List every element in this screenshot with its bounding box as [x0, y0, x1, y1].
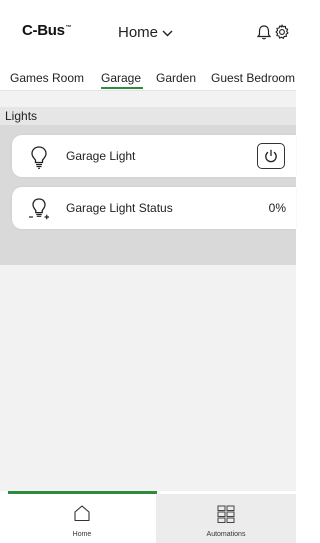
status-value: 0% [268, 201, 286, 215]
nav-label: Home [72, 531, 92, 538]
chevron-down-icon [162, 30, 173, 36]
power-button[interactable] [257, 143, 285, 169]
active-tab-indicator [101, 87, 143, 89]
app-header: C-Bus™ Home [0, 0, 296, 65]
tab-games-room[interactable]: Games Room [10, 71, 84, 85]
device-label: Garage Light [66, 149, 136, 163]
home-icon [74, 505, 90, 522]
tab-guest-bedroom[interactable]: Guest Bedroom [211, 71, 295, 85]
grid-icon [217, 505, 235, 523]
light-bulb-icon [31, 146, 47, 169]
device-card-garage-light[interactable]: Garage Light [12, 135, 296, 177]
location-selector[interactable]: Home [118, 24, 173, 41]
power-icon [265, 149, 277, 163]
group-title: Lights [5, 109, 38, 123]
nav-label: Automations [206, 531, 246, 538]
bell-icon[interactable] [255, 23, 273, 41]
device-card-garage-light-status[interactable]: Garage Light Status 0% [12, 187, 296, 229]
gear-icon[interactable] [273, 23, 291, 41]
lights-group-panel: Garage Light Garage Light Status 0% [0, 125, 296, 265]
group-header: Lights [0, 107, 296, 125]
tab-garden[interactable]: Garden [156, 71, 196, 85]
active-nav-indicator [8, 491, 157, 494]
bottom-nav: Home Automations [0, 491, 296, 543]
device-label: Garage Light Status [66, 201, 173, 215]
light-status-icon [29, 198, 49, 220]
cbus-logo: C-Bus™ [22, 22, 72, 39]
nav-item-automations[interactable]: Automations [156, 494, 296, 543]
nav-item-home[interactable]: Home [8, 494, 156, 543]
room-tabs: Games Room Garage Garden Guest Bedroom [0, 65, 296, 91]
tab-garage[interactable]: Garage [101, 71, 141, 85]
location-label: Home [118, 24, 159, 41]
room-content: Lights Garage Light Garage Light Status … [0, 91, 296, 491]
